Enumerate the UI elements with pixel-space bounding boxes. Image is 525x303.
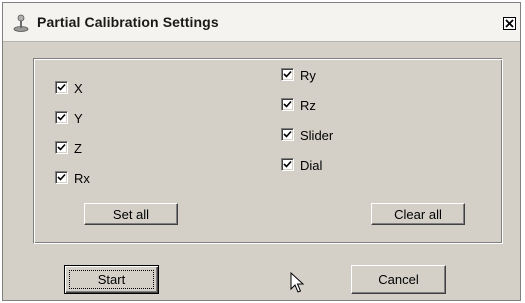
set-all-label: Set all <box>112 206 150 222</box>
checkbox-label: Rx <box>74 171 90 186</box>
title-bar: Partial Calibration Settings <box>3 3 520 42</box>
checkbox-label: Dial <box>300 158 323 173</box>
check-icon <box>57 83 66 91</box>
checkbox-box[interactable] <box>55 141 68 154</box>
calibration-dialog: Partial Calibration Settings X Y Z Rx Ry… <box>2 2 521 301</box>
check-icon <box>57 173 66 181</box>
check-icon <box>57 143 66 151</box>
clear-all-label: Clear all <box>394 206 442 222</box>
checkbox-label: Slider <box>300 128 334 143</box>
window-title: Partial Calibration Settings <box>37 14 219 30</box>
checkbox-box[interactable] <box>281 98 294 111</box>
cancel-button[interactable]: Cancel <box>351 265 446 294</box>
checkbox-label: X <box>74 81 83 96</box>
checkbox-label: Ry <box>300 68 316 83</box>
clear-all-button[interactable]: Clear all <box>371 203 465 225</box>
joystick-icon <box>12 14 30 32</box>
checkbox-box[interactable] <box>281 158 294 171</box>
start-button[interactable]: Start <box>64 265 159 294</box>
checkbox-box[interactable] <box>281 68 294 81</box>
checkbox-label: Rz <box>300 98 316 113</box>
checkbox-label: Y <box>74 111 83 126</box>
focus-rect <box>69 270 154 289</box>
check-icon <box>283 160 292 168</box>
arrow-cursor-icon <box>290 272 304 293</box>
check-icon <box>57 113 66 121</box>
cancel-label: Cancel <box>378 272 419 287</box>
check-icon <box>283 130 292 138</box>
set-all-button[interactable]: Set all <box>84 203 178 225</box>
check-icon <box>283 100 292 108</box>
checkbox-box[interactable] <box>281 128 294 141</box>
check-icon <box>283 70 292 78</box>
checkbox-box[interactable] <box>55 111 68 124</box>
checkbox-label: Z <box>74 141 82 156</box>
close-icon <box>505 19 514 28</box>
checkbox-box[interactable] <box>55 171 68 184</box>
checkbox-box[interactable] <box>55 81 68 94</box>
close-button[interactable] <box>503 17 516 30</box>
